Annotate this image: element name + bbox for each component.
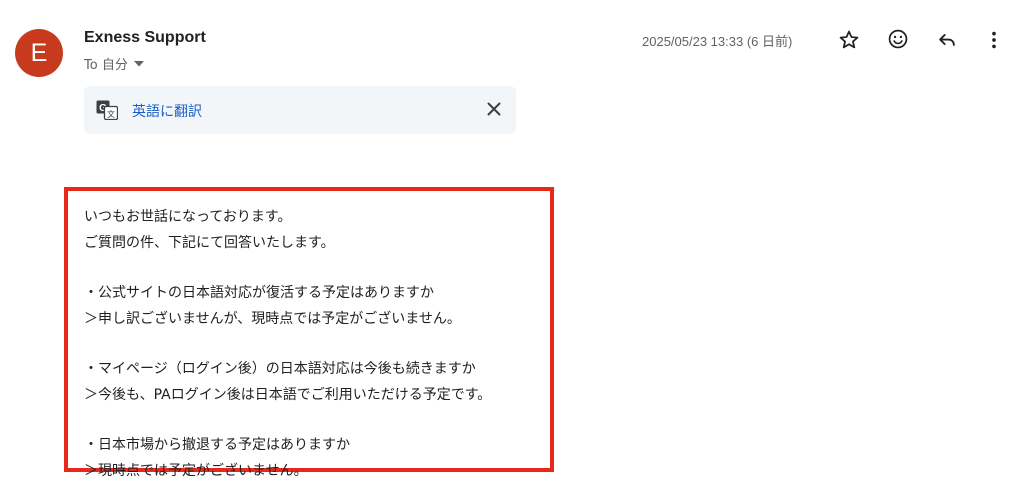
svg-text:文: 文 [107, 109, 115, 119]
translate-link[interactable]: 英語に翻訳 [132, 101, 202, 121]
timestamp: 2025/05/23 13:33 (6 日前) [642, 34, 793, 49]
message-line: ご質問の件、下記にて回答いたします。 [84, 235, 335, 251]
translate-bar: G 文 英語に翻訳 [84, 86, 516, 134]
star-button[interactable] [835, 26, 863, 54]
emoji-icon [887, 28, 909, 50]
close-translate-button[interactable] [480, 96, 508, 124]
avatar[interactable]: E [15, 29, 63, 77]
message-line: ・公式サイトの日本語対応が復活する予定はありますか [84, 285, 434, 301]
message-line: ・マイページ（ログイン後）の日本語対応は今後も続きますか [84, 361, 476, 377]
avatar-letter: E [30, 38, 48, 67]
more-options-button[interactable] [980, 26, 1008, 54]
more-vert-icon [983, 29, 1005, 51]
sender-name[interactable]: Exness Support [84, 29, 206, 47]
reply-button[interactable] [933, 26, 961, 54]
message-body: いつもお世話になっております。 ご質問の件、下記にて回答いたします。 ・公式サイ… [84, 204, 491, 484]
caret-down-icon [133, 60, 144, 67]
emoji-reaction-button[interactable] [884, 25, 912, 53]
email-view: E Exness Support To 自分 2025/05/23 13:33 … [0, 0, 1024, 494]
message-line: ＞今後も、PAログイン後は日本語でご利用いただける予定です。 [84, 387, 492, 403]
reply-icon [936, 29, 958, 51]
message-line: ＞申し訳ございませんが、現時点では予定がございません。 [84, 311, 461, 327]
recipient-details-toggle[interactable]: To 自分 [84, 54, 144, 73]
message-line: ・日本市場から撤退する予定はありますか [84, 437, 350, 453]
star-icon [838, 29, 860, 51]
message-line: いつもお世話になっております。 [84, 209, 292, 225]
close-icon [487, 101, 501, 120]
message-line: ＞現時点では予定がございません。 [84, 463, 308, 479]
recipient-label: To 自分 [84, 58, 128, 73]
translate-icon: G 文 [96, 100, 119, 121]
